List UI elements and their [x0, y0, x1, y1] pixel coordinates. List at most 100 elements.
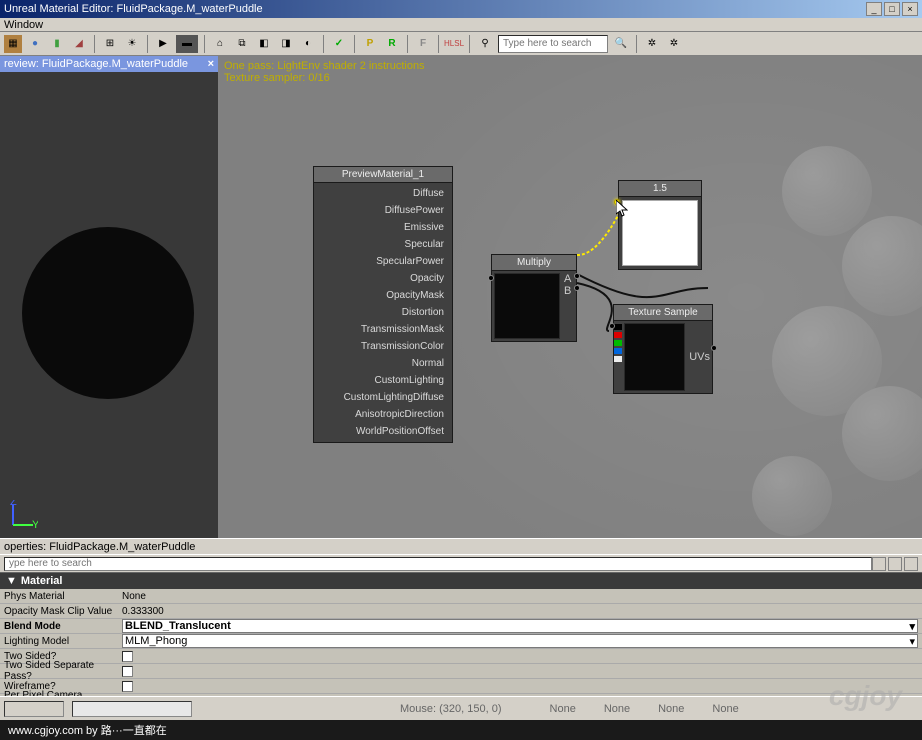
material-input-label[interactable]: SpecularPower — [316, 253, 450, 270]
material-input-label[interactable]: Diffuse — [316, 185, 450, 202]
node-header: Texture Sample — [614, 305, 712, 321]
main-area: review: FluidPackage.M_waterPuddle × Z Y… — [0, 56, 922, 538]
flag-icon[interactable] — [904, 557, 918, 571]
property-value: BLEND_Translucent▾ — [118, 619, 922, 633]
pin-b[interactable]: B — [564, 285, 571, 297]
tool-misc1-icon[interactable]: ✲ — [643, 35, 661, 53]
cursor-icon — [616, 200, 628, 218]
footer-bar: www.cgjoy.com by 路···一直都在 — [0, 720, 922, 740]
status-slot[interactable] — [72, 701, 192, 717]
maximize-button[interactable]: □ — [884, 2, 900, 16]
property-value[interactable]: 0.333300 — [118, 606, 922, 617]
tool-grid-icon[interactable]: ⊞ — [101, 35, 119, 53]
node-multiply[interactable]: Multiply A B — [491, 254, 577, 342]
menu-bar: Window — [0, 18, 922, 32]
input-pin-a[interactable] — [574, 273, 580, 279]
tool-f-icon[interactable]: F — [414, 35, 432, 53]
window-title: Unreal Material Editor: FluidPackage.M_w… — [4, 3, 263, 15]
property-checkbox[interactable] — [122, 651, 133, 662]
tool-plane-icon[interactable]: ◢ — [70, 35, 88, 53]
pin-r[interactable] — [614, 332, 622, 338]
material-input-label[interactable]: TransmissionMask — [316, 321, 450, 338]
properties-search-input[interactable] — [4, 557, 872, 571]
close-button[interactable]: × — [902, 2, 918, 16]
property-dropdown[interactable]: BLEND_Translucent▾ — [122, 619, 918, 633]
tool-misc2-icon[interactable]: ✲ — [665, 35, 683, 53]
pin-uvs[interactable]: UVs — [689, 351, 710, 363]
material-input-label[interactable]: CustomLightingDiffuse — [316, 389, 450, 406]
flag-icon[interactable] — [872, 557, 886, 571]
tool-hide-icon[interactable]: ◧ — [255, 35, 273, 53]
bg-bubbles — [722, 136, 922, 536]
tool-connector-icon[interactable]: ⧉ — [233, 35, 251, 53]
property-row: Phys MaterialNone — [0, 589, 922, 604]
pin-b[interactable] — [614, 348, 622, 354]
tool-cube-icon[interactable]: ▦ — [4, 35, 22, 53]
tool-fill-icon[interactable]: ▬ — [176, 35, 198, 53]
toolbar-search-input[interactable] — [498, 35, 608, 53]
axis-widget-icon: Z Y — [8, 500, 38, 530]
tool-r-icon[interactable]: R — [383, 35, 401, 53]
preview-canvas[interactable]: Z Y — [0, 72, 218, 538]
material-input-label[interactable]: OpacityMask — [316, 287, 450, 304]
material-input-label[interactable]: DiffusePower — [316, 202, 450, 219]
property-row: Wireframe? — [0, 679, 922, 694]
pin-a[interactable] — [614, 356, 622, 362]
material-input-label[interactable]: CustomLighting — [316, 372, 450, 389]
tool-apply-icon[interactable]: ✓ — [330, 35, 348, 53]
property-value — [118, 651, 922, 662]
tool-light-icon[interactable]: ☀ — [123, 35, 141, 53]
property-label: Opacity Mask Clip Value — [0, 606, 118, 617]
node-constant[interactable]: 1.5 — [618, 180, 702, 270]
input-pin-b[interactable] — [574, 285, 580, 291]
property-row: Two Sided? — [0, 649, 922, 664]
output-pin[interactable] — [488, 275, 494, 281]
material-input-label[interactable]: WorldPositionOffset — [316, 423, 450, 440]
material-input-label[interactable]: Normal — [316, 355, 450, 372]
tool-realtime-icon[interactable]: ▶ — [154, 35, 172, 53]
status-dropdown[interactable] — [4, 701, 64, 717]
tool-stats-icon[interactable]: HLSL — [445, 35, 463, 53]
graph-panel[interactable]: One pass: LightEnv shader 2 instructions… — [218, 56, 922, 538]
node-texture-sample[interactable]: Texture Sample UVs — [613, 304, 713, 394]
material-input-label[interactable]: Specular — [316, 236, 450, 253]
status-bar: Mouse: (320, 150, 0) None None None None — [0, 696, 922, 720]
tool-show-icon[interactable]: ◨ — [277, 35, 295, 53]
tool-search-icon[interactable]: 🔍 — [612, 35, 630, 53]
material-input-label[interactable]: TransmissionColor — [316, 338, 450, 355]
preview-close-icon[interactable]: × — [208, 58, 214, 70]
tool-cylinder-icon[interactable]: ▮ — [48, 35, 66, 53]
property-checkbox[interactable] — [122, 666, 133, 677]
watermark: cgjoy — [829, 680, 902, 712]
menu-window[interactable]: Window — [4, 19, 43, 31]
tool-toggle-icon[interactable]: ◐ — [299, 35, 317, 53]
section-material-header[interactable]: ▼Material — [0, 572, 922, 589]
pin-a[interactable]: A — [564, 273, 571, 285]
input-pin-uvs[interactable] — [711, 345, 717, 351]
property-dropdown[interactable]: MLM_Phong▾ — [122, 634, 918, 648]
pin-rgb[interactable] — [614, 324, 622, 330]
footer-text: www.cgjoy.com by 路···一直都在 — [8, 722, 167, 738]
svg-text:Z: Z — [10, 500, 17, 508]
flag-icon[interactable] — [888, 557, 902, 571]
material-input-label[interactable]: Emissive — [316, 219, 450, 236]
material-input-label[interactable]: Distortion — [316, 304, 450, 321]
pin-g[interactable] — [614, 340, 622, 346]
property-checkbox[interactable] — [122, 681, 133, 692]
tool-find-icon[interactable]: ⚲ — [476, 35, 494, 53]
title-bar: Unreal Material Editor: FluidPackage.M_w… — [0, 0, 922, 18]
tool-sphere-icon[interactable]: ● — [26, 35, 44, 53]
output-pin[interactable] — [609, 323, 615, 329]
property-row: Lighting Model MLM_Phong▾ — [0, 634, 922, 649]
minimize-button[interactable]: _ — [866, 2, 882, 16]
property-value[interactable]: None — [118, 591, 922, 602]
preview-header: review: FluidPackage.M_waterPuddle × — [0, 56, 218, 72]
node-preview-material[interactable]: PreviewMaterial_1 DiffuseDiffusePowerEmi… — [313, 166, 453, 443]
property-label: Lighting Model — [0, 636, 118, 647]
material-input-label[interactable]: Opacity — [316, 270, 450, 287]
tool-p-icon[interactable]: P — [361, 35, 379, 53]
preview-panel: review: FluidPackage.M_waterPuddle × Z Y — [0, 56, 218, 538]
tool-home-icon[interactable]: ⌂ — [211, 35, 229, 53]
node-header: PreviewMaterial_1 — [314, 167, 452, 183]
material-input-label[interactable]: AnisotropicDirection — [316, 406, 450, 423]
